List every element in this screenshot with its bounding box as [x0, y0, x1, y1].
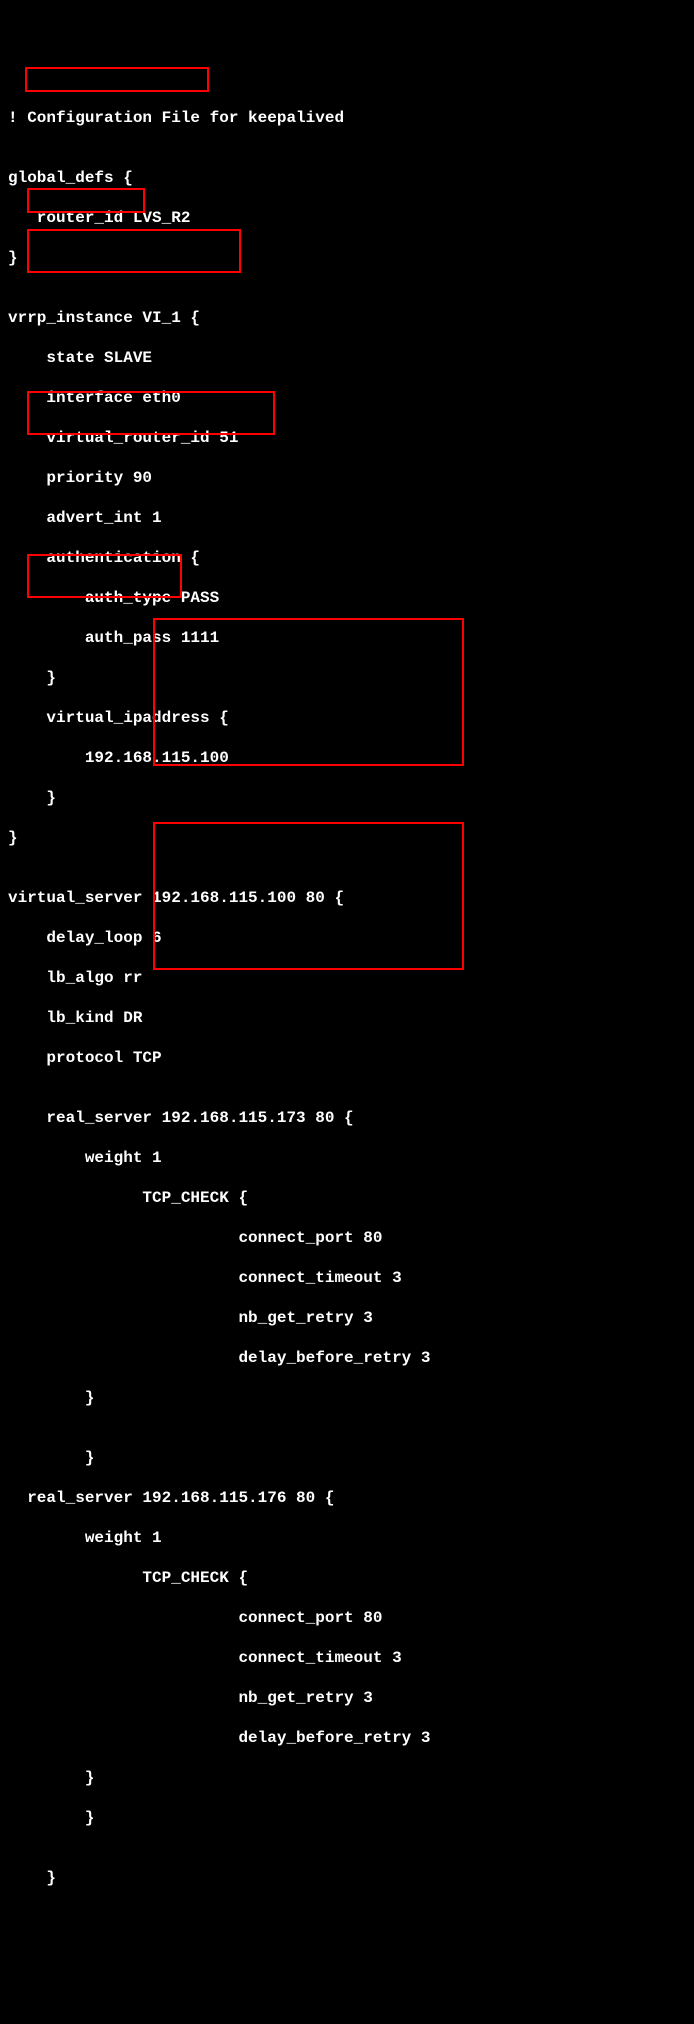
config-text: ! Configuration File for keepalived glob… [8, 88, 686, 1908]
config-line: state SLAVE [8, 348, 686, 368]
config-line: auth_type PASS [8, 588, 686, 608]
config-line: authentication { [8, 548, 686, 568]
config-line: TCP_CHECK { [8, 1568, 686, 1588]
config-line: } [8, 248, 686, 268]
config-line: 192.168.115.100 [8, 748, 686, 768]
config-line: virtual_ipaddress { [8, 708, 686, 728]
config-line: } [8, 1448, 686, 1468]
config-line: connect_port 80 [8, 1228, 686, 1248]
config-line: priority 90 [8, 468, 686, 488]
config-line: } [8, 788, 686, 808]
config-line: lb_algo rr [8, 968, 686, 988]
config-line: interface eth0 [8, 388, 686, 408]
config-line: vrrp_instance VI_1 { [8, 308, 686, 328]
config-line: } [8, 1768, 686, 1788]
config-line: connect_timeout 3 [8, 1268, 686, 1288]
config-line: nb_get_retry 3 [8, 1308, 686, 1328]
config-line: delay_loop 6 [8, 928, 686, 948]
config-line: real_server 192.168.115.176 80 { [8, 1488, 686, 1508]
config-line: } [8, 1868, 686, 1888]
config-line: virtual_server 192.168.115.100 80 { [8, 888, 686, 908]
config-line: ! Configuration File for keepalived [8, 108, 686, 128]
config-line: TCP_CHECK { [8, 1188, 686, 1208]
config-line: nb_get_retry 3 [8, 1688, 686, 1708]
config-line: virtual_router_id 51 [8, 428, 686, 448]
config-line: router_id LVS_R2 [8, 208, 686, 228]
config-line: } [8, 1388, 686, 1408]
config-line: } [8, 668, 686, 688]
config-line: global_defs { [8, 168, 686, 188]
config-line: real_server 192.168.115.173 80 { [8, 1108, 686, 1128]
config-line: connect_port 80 [8, 1608, 686, 1628]
config-line: connect_timeout 3 [8, 1648, 686, 1668]
config-line: auth_pass 1111 [8, 628, 686, 648]
config-line: delay_before_retry 3 [8, 1348, 686, 1368]
config-line: } [8, 1808, 686, 1828]
config-line: delay_before_retry 3 [8, 1728, 686, 1748]
config-line: lb_kind DR [8, 1008, 686, 1028]
config-line: weight 1 [8, 1528, 686, 1548]
config-line: weight 1 [8, 1148, 686, 1168]
config-line: protocol TCP [8, 1048, 686, 1068]
config-line: advert_int 1 [8, 508, 686, 528]
config-line: } [8, 828, 686, 848]
